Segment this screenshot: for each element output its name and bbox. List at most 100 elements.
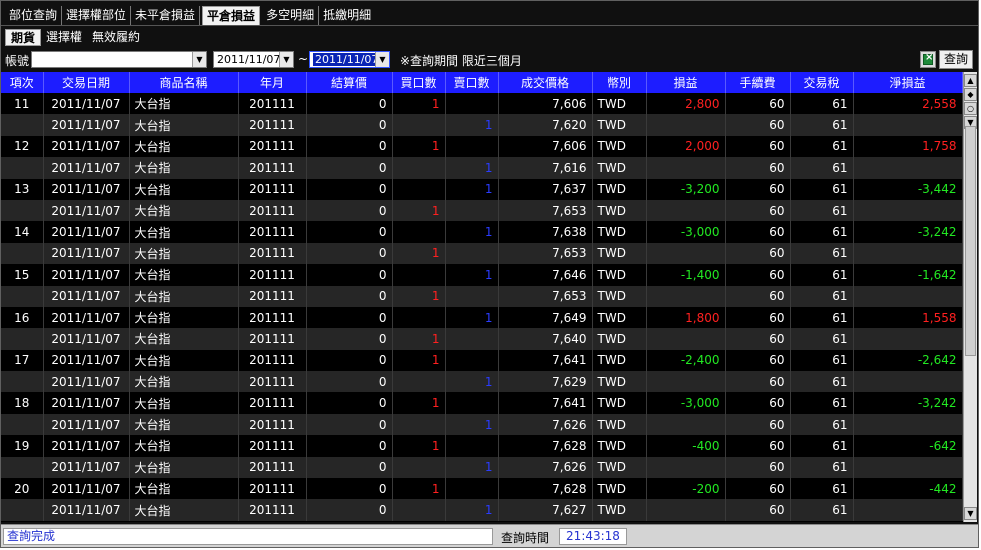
cell-currency: TWD bbox=[592, 306, 647, 329]
table-row[interactable]: 12 2011/11/07 大台指 201111 0 1 7,606 TWD 2,000 60 61… bbox=[1, 135, 963, 158]
table-row[interactable]: 2011/11/07 大台指 201111 0 1 7,629 TWD 60 61 bbox=[1, 371, 963, 393]
cell-trade-date: 2011/11/07 bbox=[43, 478, 130, 500]
cell-sell-qty bbox=[445, 242, 499, 265]
tab-realized-pnl[interactable]: 平倉損益 bbox=[202, 6, 261, 25]
cell-year-month: 201111 bbox=[238, 499, 307, 521]
cell-fee: 60 bbox=[725, 157, 791, 179]
realized-pnl-table[interactable]: 項次 交易日期 商品名稱 年月 結算價 買口數 賣口數 成交價格 幣別 損益 手… bbox=[1, 72, 963, 522]
cell-buy-qty bbox=[392, 499, 446, 521]
subtab-options[interactable]: 選擇權 bbox=[41, 29, 87, 46]
cell-item: 19 bbox=[1, 435, 44, 457]
cell-item bbox=[1, 242, 44, 265]
cell-trade-date: 2011/11/07 bbox=[43, 349, 130, 372]
date-from-picker[interactable]: 2011/11/07 ▼ bbox=[213, 51, 294, 68]
table-row[interactable]: 20 2011/11/07 大台指 201111 0 1 7,628 TWD -200 60 61-… bbox=[1, 478, 963, 500]
cell-price: 7,641 bbox=[498, 392, 593, 414]
table-row[interactable]: 2011/11/07 大台指 201111 0 1 7,653 TWD 60 61 bbox=[1, 199, 963, 222]
table-row[interactable]: 16 2011/11/07 大台指 201111 0 1 7,649 TWD 1,800 60 61… bbox=[1, 306, 963, 329]
col-header-pnl[interactable]: 損益 bbox=[646, 72, 726, 93]
col-header-year-month[interactable]: 年月 bbox=[238, 72, 307, 93]
col-header-settle-price[interactable]: 結算價 bbox=[306, 72, 393, 93]
table-row[interactable]: 2011/11/07 大台指 201111 0 1 7,616 TWD 60 61 bbox=[1, 157, 963, 179]
excel-export-button[interactable] bbox=[920, 51, 936, 68]
tab-option-position[interactable]: 選擇權部位 bbox=[62, 6, 132, 25]
cell-net-pnl: -2,642 bbox=[853, 349, 963, 372]
chevron-down-icon[interactable]: ▼ bbox=[192, 52, 206, 67]
cell-fee: 60 bbox=[725, 499, 791, 521]
cell-net-pnl bbox=[853, 242, 963, 265]
cell-currency: TWD bbox=[592, 392, 647, 414]
cell-fee: 60 bbox=[725, 478, 791, 500]
query-button[interactable]: 查詢 bbox=[939, 50, 973, 69]
table-row[interactable]: 15 2011/11/07 大台指 201111 0 1 7,646 TWD -1,400 60 6… bbox=[1, 264, 963, 286]
cell-trade-date: 2011/11/07 bbox=[43, 135, 130, 158]
scroll-circle-icon[interactable]: ○ bbox=[964, 102, 977, 115]
table-row[interactable]: 11 2011/11/07 大台指 201111 0 1 7,606 TWD 2,800 60 61… bbox=[1, 93, 963, 115]
col-header-tax[interactable]: 交易稅 bbox=[790, 72, 854, 93]
date-to-picker[interactable]: 2011/11/07 ▼ bbox=[309, 51, 390, 68]
cell-item bbox=[1, 499, 44, 521]
cell-trade-date: 2011/11/07 bbox=[43, 221, 130, 243]
table-row[interactable]: 13 2011/11/07 大台指 201111 0 1 7,637 TWD -3,200 60 6… bbox=[1, 178, 963, 200]
chevron-down-icon[interactable]: ▼ bbox=[279, 52, 293, 67]
chevron-down-icon[interactable]: ▼ bbox=[375, 52, 389, 67]
cell-currency: TWD bbox=[592, 114, 647, 136]
cell-price: 7,628 bbox=[498, 435, 593, 457]
cell-sell-qty bbox=[445, 93, 499, 115]
col-header-sell-qty[interactable]: 賣口數 bbox=[445, 72, 499, 93]
cell-year-month: 201111 bbox=[238, 392, 307, 414]
scroll-top-icon[interactable]: ▲ bbox=[964, 74, 977, 87]
cell-price: 7,620 bbox=[498, 114, 593, 136]
cell-pnl: 1,800 bbox=[646, 306, 726, 329]
col-header-buy-qty[interactable]: 買口數 bbox=[392, 72, 446, 93]
table-row[interactable]: 2011/11/07 大台指 201111 0 1 7,653 TWD 60 61 bbox=[1, 285, 963, 307]
cell-pnl bbox=[646, 413, 726, 436]
table-row[interactable]: 2011/11/07 大台指 201111 0 1 7,627 TWD 60 61 bbox=[1, 499, 963, 521]
account-select[interactable]: ▼ bbox=[31, 51, 207, 68]
table-row[interactable]: 2011/11/07 大台指 201111 0 1 7,626 TWD 60 61 bbox=[1, 413, 963, 436]
cell-product: 大台指 bbox=[129, 456, 239, 479]
table-row[interactable]: 18 2011/11/07 大台指 201111 0 1 7,641 TWD -3,000 60 6… bbox=[1, 392, 963, 414]
col-header-item[interactable]: 項次 bbox=[1, 72, 44, 93]
col-header-price[interactable]: 成交價格 bbox=[498, 72, 593, 93]
cell-year-month: 201111 bbox=[238, 93, 307, 115]
table-row[interactable]: 2011/11/07 大台指 201111 0 1 7,653 TWD 60 61 bbox=[1, 242, 963, 265]
cell-buy-qty: 1 bbox=[392, 349, 446, 372]
col-header-product[interactable]: 商品名稱 bbox=[129, 72, 239, 93]
subtab-invalid-exercise[interactable]: 無效履約 bbox=[87, 29, 145, 46]
cell-year-month: 201111 bbox=[238, 413, 307, 436]
tab-collateral-detail[interactable]: 抵繳明細 bbox=[319, 6, 375, 25]
col-header-fee[interactable]: 手續費 bbox=[725, 72, 791, 93]
subtab-futures[interactable]: 期貨 bbox=[5, 28, 42, 46]
vertical-scrollbar[interactable]: ▲ ◆ ○ ▼ ▼ bbox=[963, 72, 977, 522]
cell-pnl: -3,000 bbox=[646, 392, 726, 414]
cell-buy-qty: 1 bbox=[392, 435, 446, 457]
col-header-currency[interactable]: 幣別 bbox=[592, 72, 647, 93]
cell-sell-qty bbox=[445, 392, 499, 414]
tab-long-short-detail[interactable]: 多空明細 bbox=[262, 6, 320, 25]
cell-price: 7,649 bbox=[498, 306, 593, 329]
col-header-net-pnl[interactable]: 淨損益 bbox=[853, 72, 963, 93]
cell-net-pnl: 1,758 bbox=[853, 135, 963, 158]
table-row[interactable]: 17 2011/11/07 大台指 201111 0 1 7,641 TWD -2,400 60 6… bbox=[1, 349, 963, 372]
cell-tax: 61 bbox=[790, 93, 854, 115]
table-row[interactable]: 19 2011/11/07 大台指 201111 0 1 7,628 TWD -400 60 61-… bbox=[1, 435, 963, 457]
cell-settle-price: 0 bbox=[306, 242, 393, 265]
cell-net-pnl: -1,642 bbox=[853, 264, 963, 286]
scroll-bottom-icon[interactable]: ▼ bbox=[964, 507, 977, 520]
cell-currency: TWD bbox=[592, 478, 647, 500]
table-row[interactable]: 2011/11/07 大台指 201111 0 1 7,640 TWD 60 61 bbox=[1, 328, 963, 350]
scroll-page-up-icon[interactable]: ◆ bbox=[964, 88, 977, 101]
cell-net-pnl: -642 bbox=[853, 435, 963, 457]
cell-fee: 60 bbox=[725, 285, 791, 307]
cell-trade-date: 2011/11/07 bbox=[43, 114, 130, 136]
table-row[interactable]: 2011/11/07 大台指 201111 0 1 7,620 TWD 60 61 bbox=[1, 114, 963, 136]
table-row[interactable]: 2011/11/07 大台指 201111 0 1 7,626 TWD 60 61 bbox=[1, 456, 963, 479]
tab-unrealized-pnl[interactable]: 未平倉損益 bbox=[131, 6, 201, 25]
col-header-trade-date[interactable]: 交易日期 bbox=[43, 72, 130, 93]
cell-price: 7,653 bbox=[498, 242, 593, 265]
scrollbar-thumb[interactable] bbox=[965, 126, 976, 356]
tab-position-query[interactable]: 部位查詢 bbox=[5, 6, 63, 25]
table-row[interactable]: 14 2011/11/07 大台指 201111 0 1 7,638 TWD -3,000 60 6… bbox=[1, 221, 963, 243]
cell-year-month: 201111 bbox=[238, 328, 307, 350]
